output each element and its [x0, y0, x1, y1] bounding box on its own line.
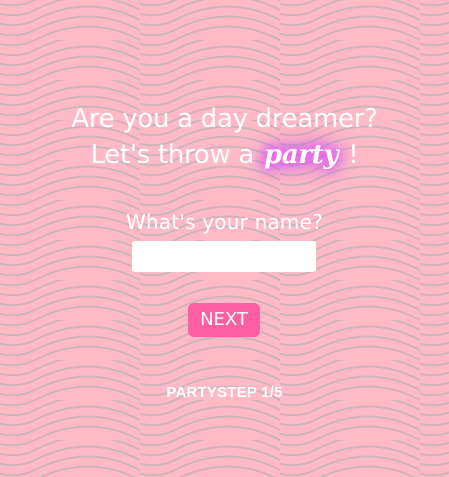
name-prompt-label: What's your name?	[126, 210, 323, 234]
headline-line-2-prefix: Let's throw a	[90, 140, 262, 170]
page-headline: Are you a day dreamer? Let's throw a par…	[0, 101, 449, 173]
next-button[interactable]: NEXT	[188, 303, 260, 337]
party-highlight-word: party	[263, 140, 339, 170]
headline-line-2-suffix: !	[340, 140, 359, 170]
headline-line-2: Let's throw a party !	[0, 137, 449, 173]
step-indicator: PARTYSTEP 1/5	[166, 384, 283, 401]
party-form-page: Are you a day dreamer? Let's throw a par…	[0, 0, 449, 477]
name-input[interactable]	[132, 241, 316, 272]
headline-line-1: Are you a day dreamer?	[71, 104, 378, 134]
